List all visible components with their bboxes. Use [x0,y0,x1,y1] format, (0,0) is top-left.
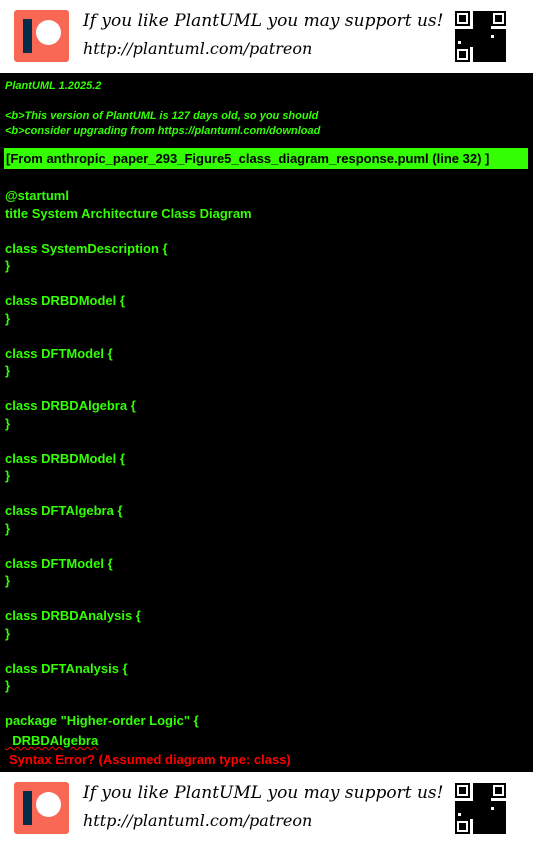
patreon-logo-icon [14,782,69,834]
error-token: DRBDAlgebra [5,733,99,748]
code-line: class DRBDModel { [5,293,125,308]
code-line: class DFTModel { [5,555,113,571]
code-line: class DRBDAlgebra { [5,398,136,413]
patreon-banner-top[interactable]: If you like PlantUML you may support us!… [0,0,533,73]
code-line: } [5,415,11,431]
version-warning-line-1: <b>This version of PlantUML is 127 days … [5,110,319,122]
code-line: class DFTAnalysis { [5,660,128,676]
code-line: } [5,678,11,693]
banner-support-text: If you like PlantUML you may support us! [83,11,444,31]
code-line: } [5,468,11,483]
code-line: class DFTModel { [5,345,113,361]
code-line: class DRBDModel { [5,450,125,466]
version-warning-line-2: <b>consider upgrading from https://plant… [5,125,321,137]
code-line: @startuml [5,188,69,203]
error-source-line: DRBDAlgebra [5,733,98,748]
code-line: } [5,258,11,273]
code-line: title System Architecture Class Diagram [5,205,252,221]
syntax-error-message: Syntax Error? (Assumed diagram type: cla… [9,752,291,767]
code-line: } [5,520,11,536]
plantuml-version: PlantUML 1.2025.2 [5,80,102,92]
code-line: package "Higher-order Logic" { [5,713,199,728]
patreon-banner-bottom[interactable]: If you like PlantUML you may support us!… [0,772,533,845]
plantuml-error-console: PlantUML 1.2025.2 <b>This version of Pla… [0,73,533,772]
banner-patreon-link[interactable]: http://plantuml.com/patreon [83,811,312,830]
code-line: } [5,573,11,588]
code-line: } [5,363,11,378]
code-line: class DFTAlgebra { [5,503,123,518]
banner-support-text: If you like PlantUML you may support us! [83,783,444,803]
qr-code-icon [455,11,506,62]
banner-patreon-link[interactable]: http://plantuml.com/patreon [83,39,312,58]
code-line: } [5,310,11,326]
code-line: class DRBDAnalysis { [5,608,141,623]
code-line: } [5,625,11,641]
source-reference: [From anthropic_paper_293_Figure5_class_… [4,148,528,169]
code-line: class SystemDescription { [5,240,168,256]
qr-code-icon [455,783,506,834]
patreon-logo-icon [14,10,69,62]
source-code-listing: @startuml title System Architecture Class… [5,187,252,730]
